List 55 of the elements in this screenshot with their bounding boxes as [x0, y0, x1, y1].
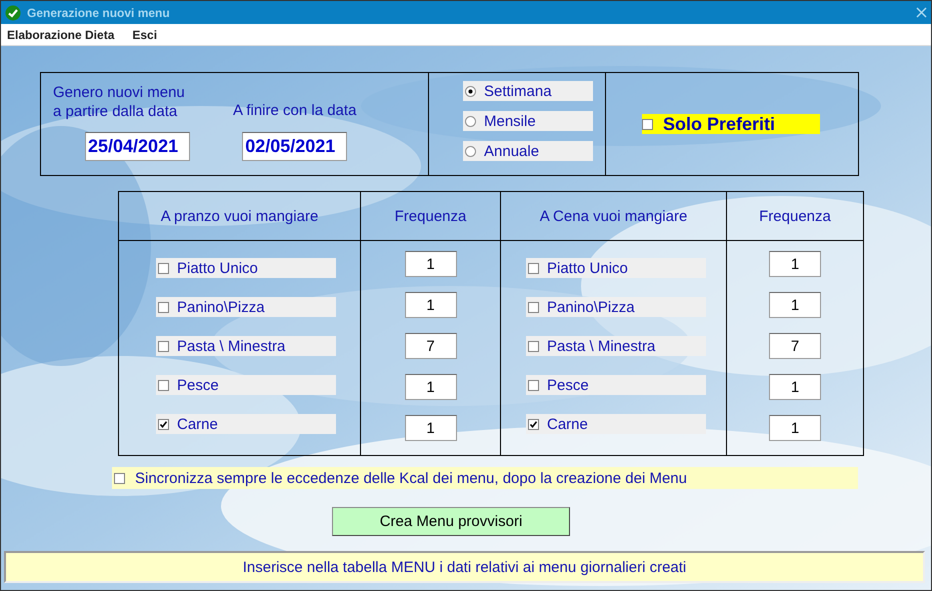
date-label: Genero nuovi menu a partire dalla data: [53, 83, 185, 121]
checkbox-label: Solo Preferiti: [663, 114, 776, 134]
checkbox-label: Carne: [547, 416, 588, 432]
status-bar: Inserisce nella tabella MENU i dati relativi ai menu giornalieri creati: [4, 551, 925, 583]
frequency-field[interactable]: 1: [404, 251, 456, 277]
radio-button[interactable]: [465, 146, 476, 156]
checkbox[interactable]: [528, 262, 539, 274]
radio-button[interactable]: [465, 86, 476, 96]
column-header: Frequenza: [726, 192, 863, 241]
column-header: Frequenza: [360, 192, 500, 241]
checkbox[interactable]: [528, 380, 539, 390]
checkbox[interactable]: [528, 302, 539, 312]
check-icon: [5, 4, 21, 20]
checkbox-label: Pasta \ Minestra: [177, 338, 286, 354]
checkbox[interactable]: [158, 380, 169, 390]
menu-item[interactable]: Elaborazione Dieta: [7, 28, 114, 42]
checkbox-label: Pesce: [177, 376, 219, 394]
checkbox[interactable]: [642, 118, 653, 130]
checkbox-label: Sincronizza sempre le eccedenze delle Kcal dei menu, dopo la creazione dei Menu: [135, 470, 687, 486]
frequency-field[interactable]: 1: [769, 251, 821, 277]
radio-label: Mensile: [484, 112, 536, 130]
frequency-field[interactable]: 1: [769, 374, 821, 400]
frequency-field[interactable]: 1: [404, 374, 456, 400]
checkbox[interactable]: [158, 340, 169, 352]
window-title: Generazione nuovi menu: [27, 6, 170, 20]
radio-button[interactable]: [465, 116, 476, 126]
column-header: A Cena vuoi mangiare: [500, 192, 726, 241]
create-button[interactable]: Crea Menu provvisori: [332, 507, 570, 536]
checkbox[interactable]: [158, 302, 169, 312]
menu-item[interactable]: Esci: [132, 28, 158, 42]
radio-label: Annuale: [484, 142, 540, 160]
date-label: A finire con la data: [233, 101, 356, 120]
frequency-field[interactable]: 1: [404, 292, 456, 318]
date-field[interactable]: 25/04/2021: [85, 132, 190, 161]
checkbox[interactable]: [528, 340, 539, 352]
checkbox[interactable]: [158, 262, 169, 274]
checkbox-label: Pesce: [547, 376, 589, 394]
frequency-field[interactable]: 1: [769, 415, 821, 441]
checkbox[interactable]: [158, 418, 169, 430]
checkbox[interactable]: [114, 472, 125, 484]
frequency-field[interactable]: 7: [769, 333, 821, 359]
frequency-field[interactable]: 1: [769, 292, 821, 318]
checkbox[interactable]: [528, 418, 539, 430]
checkbox-label: Panino\Pizza: [177, 298, 265, 316]
frequency-field[interactable]: 7: [404, 333, 456, 359]
checkbox-label: Carne: [177, 416, 218, 432]
close-icon[interactable]: [916, 7, 927, 18]
date-field[interactable]: 02/05/2021: [242, 132, 348, 161]
checkbox-label: Pasta \ Minestra: [547, 338, 656, 354]
frequency-field[interactable]: 1: [404, 415, 456, 441]
checkbox-label: Piatto Unico: [547, 260, 628, 276]
checkbox-label: Piatto Unico: [177, 260, 258, 276]
column-header: A pranzo vuoi mangiare: [119, 192, 360, 241]
radio-label: Settimana: [484, 82, 552, 100]
checkbox-label: Panino\Pizza: [547, 298, 635, 316]
